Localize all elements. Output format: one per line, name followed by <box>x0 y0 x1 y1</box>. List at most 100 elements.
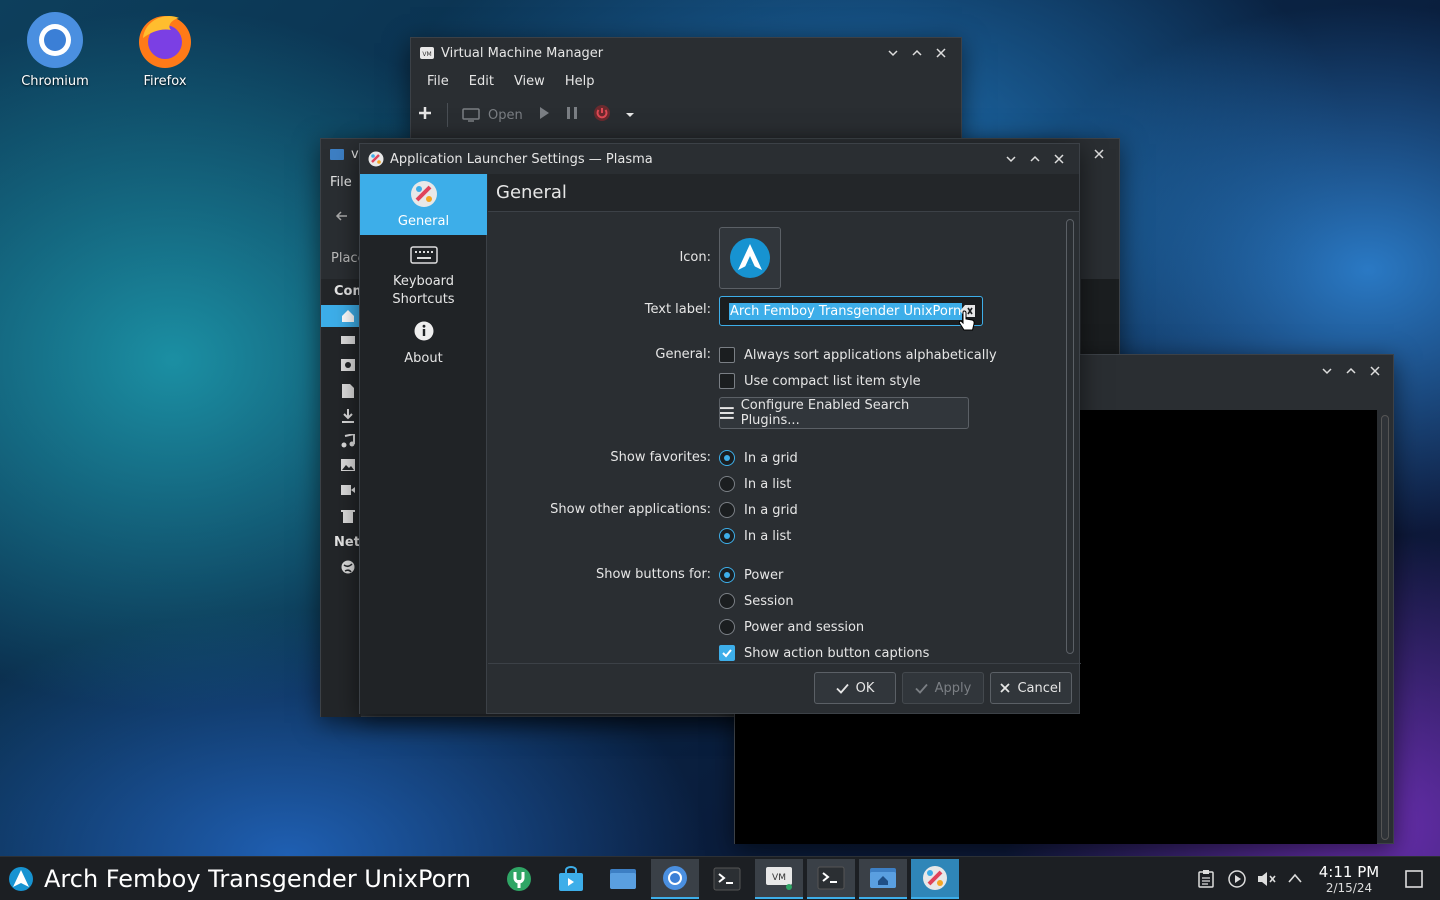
pause-button[interactable] <box>565 106 579 124</box>
new-vm-button[interactable] <box>417 105 433 125</box>
taskbar-settings-app[interactable] <box>495 859 543 899</box>
sidebar-item-label: Keyboard Shortcuts <box>392 274 455 307</box>
show-favorites-label: Show favorites: <box>610 450 711 465</box>
icon-picker-button[interactable] <box>719 227 781 289</box>
arch-linux-icon <box>9 867 33 891</box>
maximize-button[interactable] <box>1339 359 1363 383</box>
radio-dot[interactable] <box>719 567 735 583</box>
sidebar-item-general[interactable]: General <box>360 174 487 235</box>
buttons-session-radio[interactable]: Session <box>719 593 794 609</box>
keyboard-icon <box>409 246 438 264</box>
clock[interactable]: 4:11 PM 2/15/24 <box>1312 863 1386 895</box>
general-label: General: <box>655 347 711 362</box>
places-item-home[interactable] <box>321 305 361 327</box>
radio-dot[interactable] <box>719 502 735 518</box>
action-button-captions-checkbox[interactable]: Show action button captions <box>719 645 929 661</box>
run-button[interactable] <box>537 106 551 124</box>
toolbar-separator <box>447 103 448 127</box>
cancel-button[interactable]: Cancel <box>990 672 1072 704</box>
maximize-button[interactable] <box>905 41 929 65</box>
taskbar-chromium-app[interactable] <box>651 859 699 899</box>
minimize-button[interactable] <box>999 147 1023 171</box>
close-button[interactable] <box>1087 142 1111 166</box>
compact-list-checkbox[interactable]: Use compact list item style <box>719 373 921 389</box>
places-item-camera-icon[interactable] <box>341 359 355 375</box>
places-item-pictures-icon[interactable] <box>341 459 355 475</box>
terminal-scrollbar[interactable] <box>1381 415 1389 840</box>
settings-scrollbar[interactable] <box>1066 219 1074 654</box>
places-item-music-icon[interactable] <box>341 432 355 452</box>
power-icon[interactable] <box>593 104 611 126</box>
close-button[interactable] <box>1363 359 1387 383</box>
apply-button[interactable]: Apply <box>902 672 984 704</box>
arch-linux-icon <box>730 238 770 278</box>
other-apps-list-radio[interactable]: In a list <box>719 528 791 544</box>
radio-dot[interactable] <box>719 528 735 544</box>
radio-dot[interactable] <box>719 450 735 466</box>
taskbar-dolphin-app[interactable] <box>859 859 907 899</box>
places-item-downloads-icon[interactable] <box>341 409 355 427</box>
settings-sidebar: General Keyboard Shortcuts About <box>360 174 487 714</box>
taskbar-terminal-app[interactable] <box>703 859 751 899</box>
text-label-input[interactable]: Arch Femboy Transgender UnixPorn <box>719 296 983 326</box>
show-desktop-icon[interactable] <box>1405 870 1423 892</box>
chevron-up-icon[interactable] <box>1287 872 1303 888</box>
application-launcher-button[interactable]: Arch Femboy Transgender UnixPorn <box>8 863 471 895</box>
configure-search-plugins-button[interactable]: Configure Enabled Search Plugins... <box>719 397 969 429</box>
close-button[interactable] <box>1047 147 1071 171</box>
buttons-power-session-radio[interactable]: Power and session <box>719 619 864 635</box>
taskbar-terminal-app-2[interactable] <box>807 859 855 899</box>
places-item-trash-icon[interactable] <box>341 509 355 527</box>
places-item-documents-icon[interactable] <box>341 384 355 402</box>
checkbox-box[interactable] <box>719 373 735 389</box>
open-button[interactable]: Open <box>462 107 523 123</box>
taskbar-files-app[interactable] <box>599 859 647 899</box>
other-apps-grid-radio[interactable]: In a grid <box>719 502 798 518</box>
taskbar-vmm-app[interactable]: VM <box>755 859 803 899</box>
window-title: Application Launcher Settings — Plasma <box>390 151 653 167</box>
back-arrow-icon[interactable] <box>335 209 349 227</box>
sidebar-item-about[interactable]: About <box>360 311 487 373</box>
maximize-button[interactable] <box>1023 147 1047 171</box>
places-item-network-globe-icon[interactable] <box>341 560 355 578</box>
launcher-label: Arch Femboy Transgender UnixPorn <box>44 865 471 893</box>
section-network: Net <box>334 535 360 550</box>
chromium-icon <box>25 10 85 70</box>
clipboard-icon[interactable] <box>1198 870 1214 892</box>
menu-view[interactable]: View <box>504 74 555 89</box>
volume-muted-icon[interactable] <box>1257 870 1277 892</box>
menu-edit[interactable]: Edit <box>459 74 504 89</box>
minimize-button[interactable] <box>1315 359 1339 383</box>
sidebar-item-keyboard-shortcuts[interactable]: Keyboard Shortcuts <box>360 235 487 311</box>
taskbar-discover-app[interactable] <box>547 859 595 899</box>
minimize-button[interactable] <box>881 41 905 65</box>
places-item-videos-icon[interactable] <box>341 484 355 500</box>
list-icon <box>720 407 734 419</box>
menu-help[interactable]: Help <box>555 74 605 89</box>
buttons-power-radio[interactable]: Power <box>719 567 783 583</box>
radio-dot[interactable] <box>719 619 735 635</box>
favorites-grid-radio[interactable]: In a grid <box>719 450 798 466</box>
vmm-menubar: File Edit View Help <box>411 68 961 94</box>
favorites-list-radio[interactable]: In a list <box>719 476 791 492</box>
radio-dot[interactable] <box>719 593 735 609</box>
ok-button[interactable]: OK <box>814 672 896 704</box>
power-menu-chevron-icon[interactable] <box>625 108 635 123</box>
window-title: Virtual Machine Manager <box>441 45 604 61</box>
sort-alphabetically-checkbox[interactable]: Always sort applications alphabetically <box>719 347 997 363</box>
radio-dot[interactable] <box>719 476 735 492</box>
checkbox-box[interactable] <box>719 347 735 363</box>
media-player-icon[interactable] <box>1228 870 1246 892</box>
dialog-titlebar[interactable]: Application Launcher Settings — Plasma <box>360 144 1079 174</box>
desktop-icon-firefox[interactable]: Firefox <box>115 10 215 89</box>
footer-divider <box>488 663 1081 664</box>
places-item-desktop-icon[interactable] <box>341 334 355 350</box>
menu-file[interactable]: File <box>417 74 459 89</box>
text-label-value: Arch Femboy Transgender UnixPorn <box>729 302 963 320</box>
menu-file[interactable]: File <box>330 175 352 190</box>
checkbox-box[interactable] <box>719 645 735 661</box>
close-button[interactable] <box>929 41 953 65</box>
vmm-titlebar[interactable]: VM Virtual Machine Manager <box>411 38 961 68</box>
taskbar-launcher-settings-app[interactable] <box>911 859 959 899</box>
desktop-icon-chromium[interactable]: Chromium <box>5 10 105 89</box>
